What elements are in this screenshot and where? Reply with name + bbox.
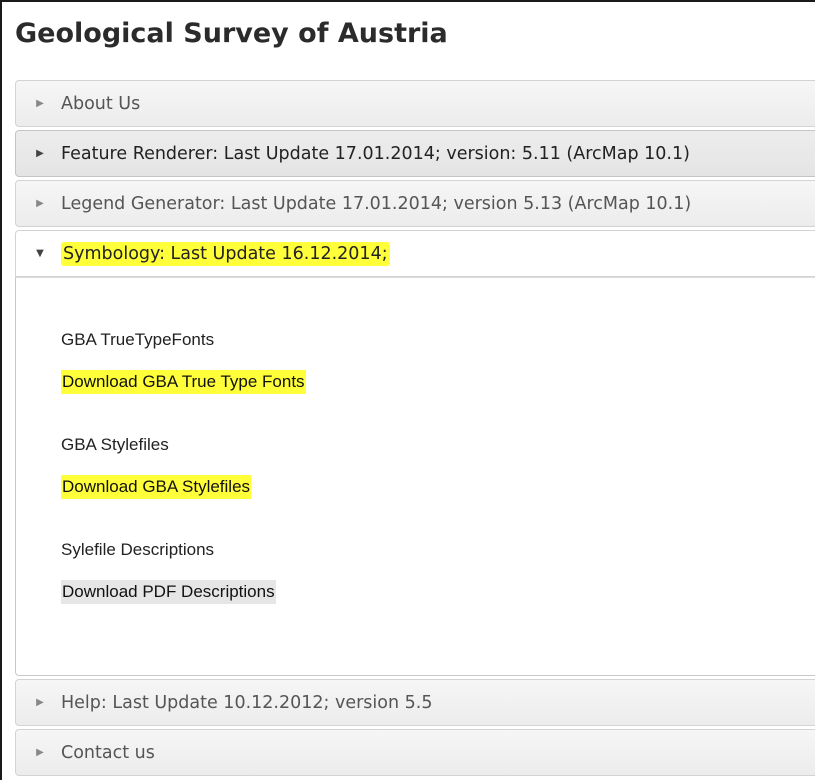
accordion: ▶ About Us ▶ Feature Renderer: Last Upda… <box>15 80 815 779</box>
symbology-panel-content: GBA TrueTypeFonts Download GBA True Type… <box>61 328 306 643</box>
download-truetype-fonts-link[interactable]: Download GBA True Type Fonts <box>61 370 306 394</box>
section-title-stylefile-descriptions: Sylefile Descriptions <box>61 540 215 559</box>
download-stylefiles-link[interactable]: Download GBA Stylefiles <box>61 475 252 499</box>
triangle-right-icon: ▶ <box>36 697 44 708</box>
link-row: Download PDF Descriptions <box>61 580 306 643</box>
accordion-header-label: Contact us <box>61 742 155 763</box>
triangle-right-icon: ▶ <box>36 198 44 209</box>
triangle-right-icon: ▶ <box>36 98 44 109</box>
link-row: Download GBA True Type Fonts <box>61 370 306 433</box>
section-title-stylefiles: GBA Stylefiles <box>61 435 169 454</box>
accordion-header-label: Feature Renderer: Last Update 17.01.2014… <box>61 143 690 164</box>
symbology-panel: GBA TrueTypeFonts Download GBA True Type… <box>15 277 815 676</box>
accordion-header-symbology[interactable]: ▼ Symbology: Last Update 16.12.2014; <box>15 230 815 277</box>
window-frame-top <box>0 0 815 2</box>
accordion-header-help[interactable]: ▶ Help: Last Update 10.12.2012; version … <box>15 679 815 726</box>
triangle-down-icon: ▼ <box>36 248 44 259</box>
triangle-right-icon: ▶ <box>36 148 44 159</box>
accordion-header-contact-us[interactable]: ▶ Contact us <box>15 729 815 776</box>
page-title: Geological Survey of Austria <box>15 18 448 49</box>
accordion-header-label: Legend Generator: Last Update 17.01.2014… <box>61 193 692 214</box>
link-row: Download GBA Stylefiles <box>61 475 306 538</box>
triangle-right-icon: ▶ <box>36 747 44 758</box>
accordion-header-feature-renderer[interactable]: ▶ Feature Renderer: Last Update 17.01.20… <box>15 130 815 177</box>
accordion-header-label: Help: Last Update 10.12.2012; version 5.… <box>61 692 433 713</box>
accordion-header-about-us[interactable]: ▶ About Us <box>15 80 815 127</box>
accordion-header-legend-generator[interactable]: ▶ Legend Generator: Last Update 17.01.20… <box>15 180 815 227</box>
section-title-truetype-fonts: GBA TrueTypeFonts <box>61 330 215 349</box>
download-pdf-descriptions-link[interactable]: Download PDF Descriptions <box>61 580 276 604</box>
accordion-header-label: About Us <box>61 93 141 114</box>
accordion-header-label: Symbology: Last Update 16.12.2014; <box>61 241 390 266</box>
window-frame-left <box>0 0 2 780</box>
